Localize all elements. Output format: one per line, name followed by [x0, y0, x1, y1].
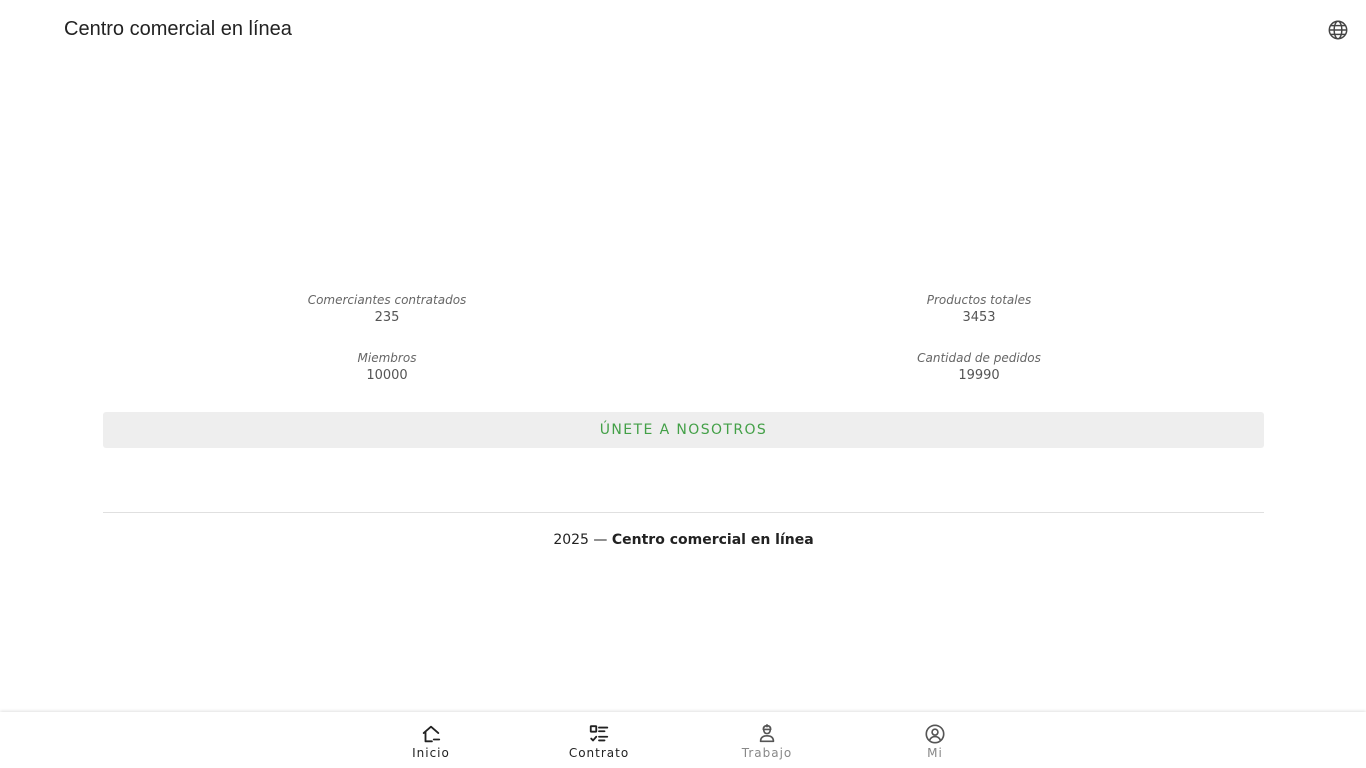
nav-item-mi[interactable]: Mi: [851, 712, 1019, 768]
footer-separator: —: [593, 532, 608, 548]
bottom-nav: Inicio Contrato Trabajo Mi: [0, 712, 1366, 768]
stat-value: 10000: [366, 368, 408, 383]
stat-merchants: Comerciantes contratados 235: [187, 292, 587, 327]
nav-item-contrato[interactable]: Contrato: [515, 712, 683, 768]
join-us-button[interactable]: ÚNETE A NOSOTROS: [103, 412, 1264, 448]
footer-brand: Centro comercial en línea: [611, 532, 814, 548]
app-title: Centro comercial en línea: [64, 18, 292, 40]
nav-label: Contrato: [568, 746, 630, 760]
stat-label: Cantidad de pedidos: [917, 351, 1041, 365]
stat-label: Comerciantes contratados: [307, 293, 467, 307]
stat-value: 235: [374, 310, 400, 325]
stat-value: 3453: [962, 310, 996, 325]
page: Centro comercial en línea Comerciantes c…: [0, 0, 1366, 768]
nav-item-inicio[interactable]: Inicio: [347, 712, 515, 768]
footer-copyright: 2025 — Centro comercial en línea: [103, 530, 1264, 550]
globe-icon: [1328, 20, 1348, 40]
nav-item-trabajo[interactable]: Trabajo: [683, 712, 851, 768]
stat-products: Productos totales 3453: [779, 292, 1179, 327]
nav-label: Mi: [927, 746, 943, 760]
app-header: Centro comercial en línea: [0, 0, 1366, 58]
stat-label: Productos totales: [926, 293, 1032, 307]
language-button[interactable]: [1327, 19, 1349, 41]
worker-icon: [756, 723, 778, 745]
nav-label: Trabajo: [741, 746, 793, 760]
stat-members: Miembros 10000: [187, 350, 587, 385]
stat-label: Miembros: [357, 351, 417, 365]
checklist-icon: [588, 723, 610, 745]
stat-orders: Cantidad de pedidos 19990: [779, 350, 1179, 385]
footer-divider: [103, 512, 1264, 513]
home-icon: [420, 723, 442, 745]
footer-year: 2025: [553, 532, 589, 548]
user-circle-icon: [924, 723, 946, 745]
stat-value: 19990: [958, 368, 1000, 383]
nav-label: Inicio: [412, 746, 450, 760]
